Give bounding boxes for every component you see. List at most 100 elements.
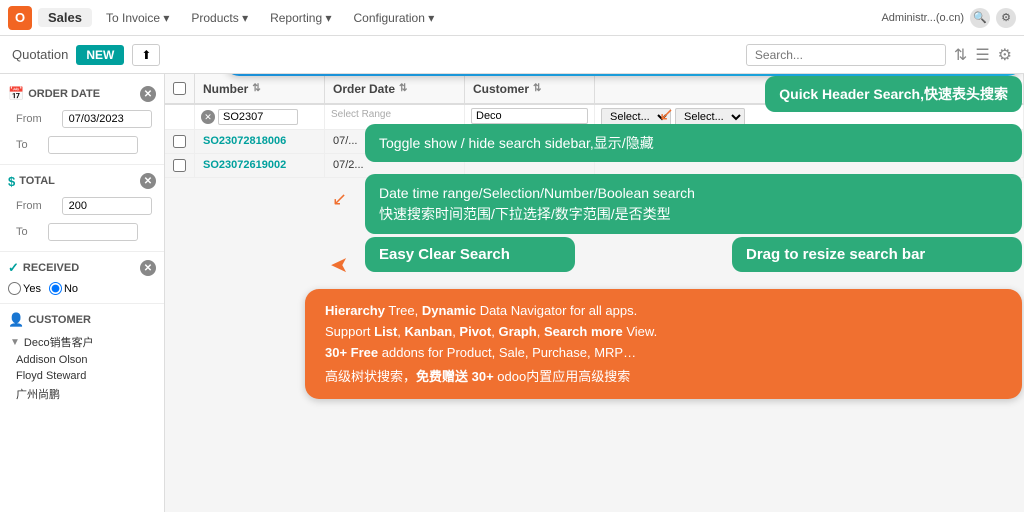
number-filter-clear[interactable]: ✕ (201, 110, 215, 124)
nav-item-configuration[interactable]: Configuration ▾ (345, 9, 442, 27)
number-filter-input[interactable] (218, 109, 298, 125)
nav-item-invoice[interactable]: To Invoice ▾ (98, 9, 177, 27)
order-date-icon: 📅 (8, 86, 24, 102)
th-checkbox[interactable] (165, 74, 195, 103)
sidebar-section-received: ✓ RECEIVED ✕ Yes No (0, 256, 164, 297)
second-bar: Quotation NEW ⬆ ⇅ ☰ ⚙ (0, 36, 1024, 74)
green-bubble-drag-resize: Drag to resize search bar (732, 237, 1022, 272)
customer-label: CUSTOMER (28, 314, 91, 326)
th-customer[interactable]: Customer ⇅ (465, 74, 595, 103)
orange-line-1: Hierarchy Tree, Dynamic Data Navigator f… (325, 303, 1002, 318)
received-radio-group: Yes No (0, 280, 164, 297)
td-checkbox-2[interactable] (165, 154, 195, 177)
th-number[interactable]: Number ⇅ (195, 74, 325, 103)
green-bubble-easy-clear: Easy Clear Search (365, 237, 575, 272)
upload-button[interactable]: ⬆ (132, 44, 160, 66)
td-rest-2 (595, 154, 1024, 177)
top-bar: O Sales To Invoice ▾ Products ▾ Reportin… (0, 0, 1024, 36)
number-sort-icon: ⇅ (252, 83, 260, 94)
main-area: 📅 ORDER DATE ✕ From To $ TOTAL ✕ From (0, 74, 1024, 512)
filter-number: ✕ (195, 105, 325, 129)
th-orderdate[interactable]: Order Date ⇅ (325, 74, 465, 103)
order-date-from-input[interactable] (62, 110, 152, 128)
total-to-input[interactable] (48, 223, 138, 241)
filter-icon[interactable]: ⇅ (954, 45, 967, 65)
nav-item-products[interactable]: Products ▾ (183, 9, 256, 27)
received-header: ✓ RECEIVED ✕ (0, 256, 164, 280)
top-bar-right: Administr...(o.cn) 🔍 ⚙ (881, 8, 1016, 28)
filter-orderdate: Select Range (325, 105, 465, 129)
received-yes-radio[interactable] (8, 282, 21, 295)
total-label: TOTAL (19, 175, 55, 187)
breadcrumb: Quotation (12, 47, 68, 62)
filter-checkbox (165, 105, 195, 129)
customer-item-3[interactable]: 广州尚鹏 (0, 384, 164, 404)
orange-line-2: Support List, Kanban, Pivot, Graph, Sear… (325, 324, 1002, 339)
header-filter-icon[interactable]: ⇅ (1003, 80, 1015, 97)
td-customer-2 (465, 154, 595, 177)
customer-item-1[interactable]: Addison Olson (0, 352, 164, 368)
filter-rest: Select... Select... (595, 105, 1024, 129)
select-all-checkbox[interactable] (173, 82, 186, 95)
order-date-header: 📅 ORDER DATE ✕ (0, 82, 164, 106)
to-label: To (8, 138, 36, 152)
from-label: From (8, 112, 50, 126)
table-header: Number ⇅ Order Date ⇅ Customer ⇅ ⇅ (165, 74, 1024, 105)
settings-icon[interactable]: ⚙ (996, 8, 1016, 28)
customer-parent-label: Deco销售客户 (24, 334, 94, 350)
filter-select-2[interactable]: Select... (675, 108, 745, 126)
odoo-logo: O (8, 6, 32, 30)
new-button[interactable]: NEW (76, 45, 124, 65)
customer-filter-input[interactable] (471, 108, 588, 124)
td-number-2[interactable]: SO23072619002 (195, 154, 325, 177)
order-date-to-input[interactable] (48, 136, 138, 154)
customer-header: 👤 CUSTOMER (0, 308, 164, 332)
sidebar: 📅 ORDER DATE ✕ From To $ TOTAL ✕ From (0, 74, 165, 512)
orderdate-sort-icon: ⇅ (399, 83, 407, 94)
table-row: SO23072818006 07/... (165, 130, 1024, 154)
sidebar-section-order-date: 📅 ORDER DATE ✕ From To (0, 82, 164, 158)
table-row: SO23072619002 07/2... (165, 154, 1024, 178)
settings2-icon[interactable]: ⚙ (998, 45, 1012, 65)
td-number-1[interactable]: SO23072818006 (195, 130, 325, 153)
total-icon: $ (8, 174, 15, 189)
search-icon[interactable]: 🔍 (970, 8, 990, 28)
received-no-radio[interactable] (49, 282, 62, 295)
nav-sales[interactable]: Sales (38, 8, 92, 27)
total-from-input[interactable] (62, 197, 152, 215)
filter-select-1[interactable]: Select... (601, 108, 671, 126)
sidebar-section-customer: 👤 CUSTOMER ▼ Deco销售客户 Addison Olson Floy… (0, 308, 164, 404)
total-clear[interactable]: ✕ (140, 173, 156, 189)
customer-item-2[interactable]: Floyd Steward (0, 368, 164, 384)
arrow-left-1: ➤ (330, 252, 348, 278)
nav-item-reporting[interactable]: Reporting ▾ (262, 9, 339, 27)
received-yes-label[interactable]: Yes (8, 282, 41, 295)
total-header: $ TOTAL ✕ (0, 169, 164, 193)
total-from-label: From (8, 199, 50, 213)
customer-parent-item[interactable]: ▼ Deco销售客户 (0, 332, 164, 352)
total-to-label: To (8, 225, 36, 239)
sidebar-section-total: $ TOTAL ✕ From To (0, 169, 164, 245)
orange-bubble: Hierarchy Tree, Dynamic Data Navigator f… (305, 289, 1022, 399)
search-input[interactable] (746, 44, 946, 66)
order-date-clear[interactable]: ✕ (140, 86, 156, 102)
order-date-label: ORDER DATE (28, 88, 100, 100)
orderdate-filter-placeholder: Select Range (331, 109, 391, 120)
customer-sort-icon: ⇅ (533, 83, 541, 94)
group-icon[interactable]: ☰ (975, 45, 989, 65)
filter-row: ✕ Select Range Select... Select... (165, 105, 1024, 130)
row-checkbox-1[interactable] (173, 135, 186, 148)
green-bubble-datetime: Date time range/Selection/Number/Boolean… (365, 174, 1022, 234)
received-clear[interactable]: ✕ (140, 260, 156, 276)
orange-line-3: 30+ Free addons for Product, Sale, Purch… (325, 345, 1002, 360)
received-label: RECEIVED (23, 262, 79, 274)
arrow-down-icon: ▼ (10, 337, 20, 348)
td-checkbox-1[interactable] (165, 130, 195, 153)
td-customer-1 (465, 130, 595, 153)
received-no-label[interactable]: No (49, 282, 78, 295)
row-checkbox-2[interactable] (173, 159, 186, 172)
td-rest-1 (595, 130, 1024, 153)
received-icon: ✓ (8, 260, 19, 276)
filter-customer (465, 105, 595, 129)
td-orderdate-1: 07/... (325, 130, 465, 153)
